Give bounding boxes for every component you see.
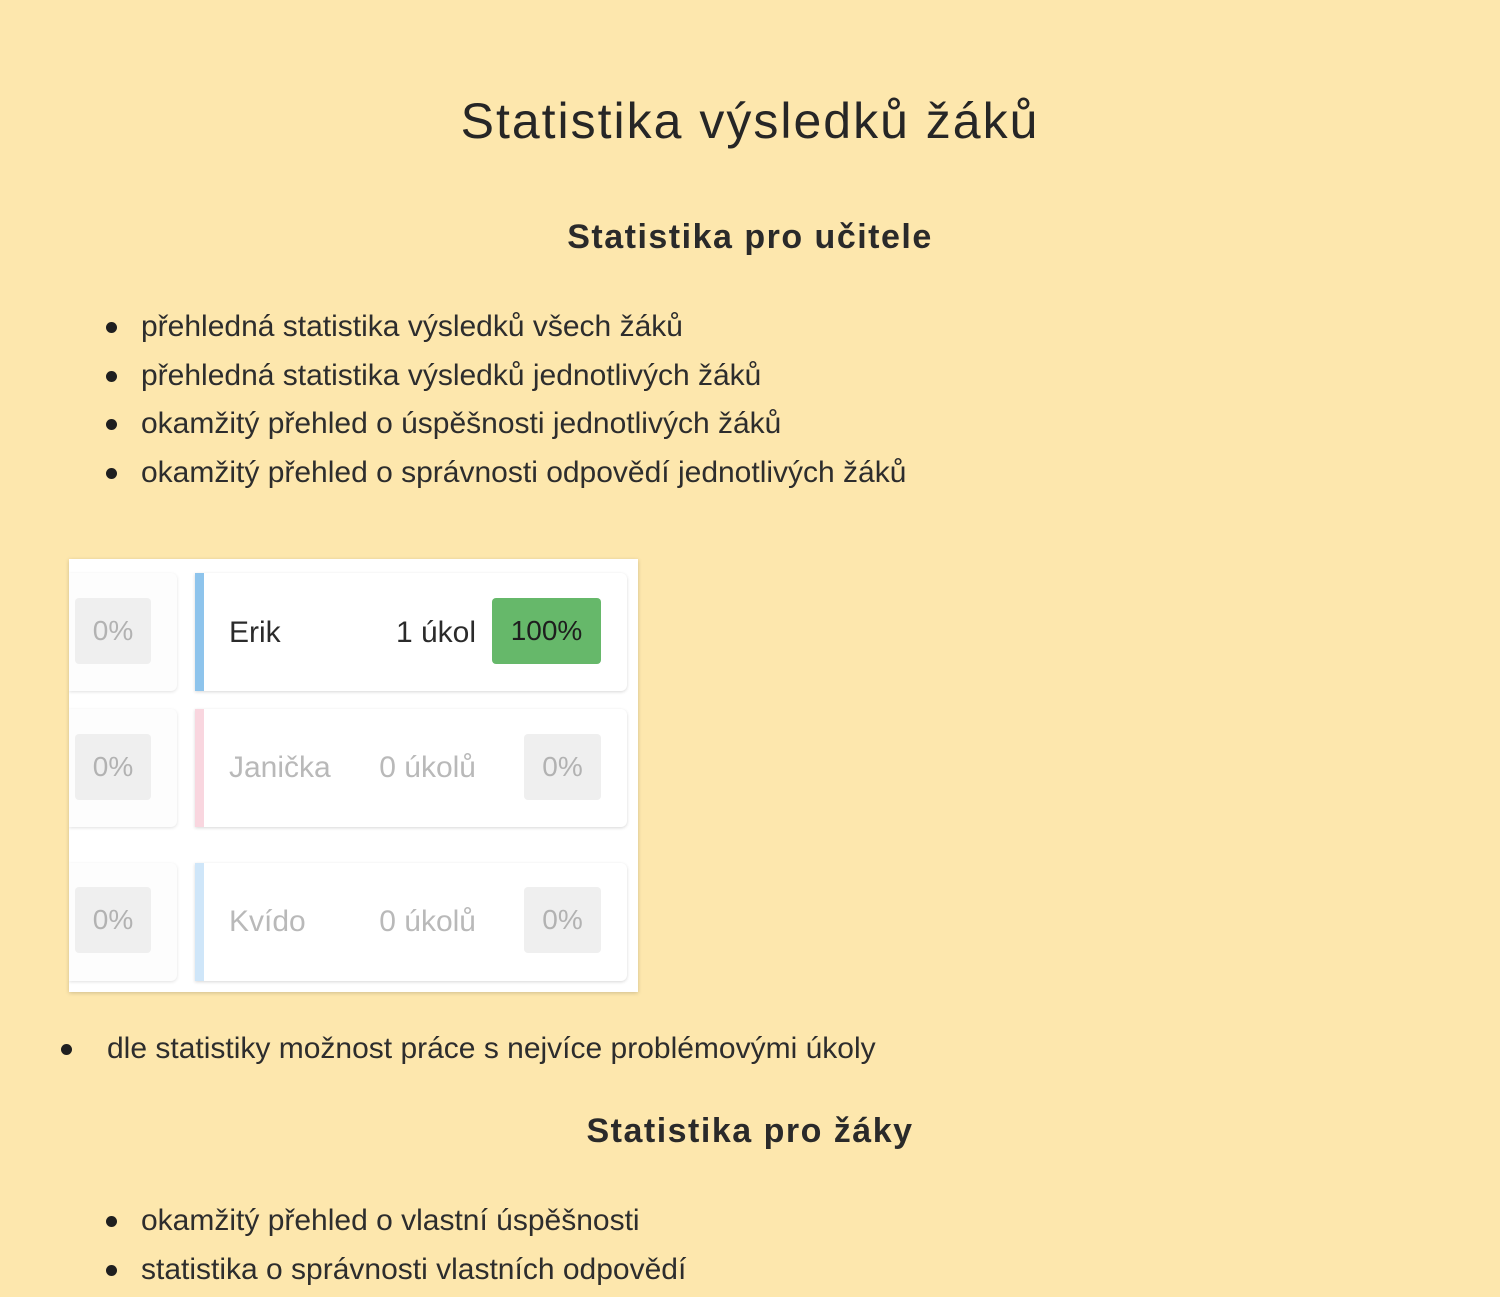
task-count: 0 úkolů [379, 751, 476, 784]
previous-student-card[interactable]: 0% [69, 863, 177, 981]
bullet-icon [106, 370, 117, 382]
list-item: přehledná statistika výsledků jednotlivý… [106, 352, 906, 401]
student-name: Kvído [229, 905, 306, 938]
percent-badge: 0% [75, 734, 151, 800]
teacher-section-heading: Statistika pro učitele [567, 218, 933, 256]
bullet-icon [106, 419, 117, 430]
list-item-text: okamžitý přehled o správnosti odpovědí j… [141, 455, 907, 489]
list-item: okamžitý přehled o vlastní úspěšnosti [106, 1197, 686, 1246]
previous-student-card[interactable]: 0% [69, 709, 177, 827]
student-name: Erik [229, 616, 281, 649]
list-item: přehledná statistika výsledků všech žáků [106, 303, 906, 352]
list-item: statistika o správnosti vlastních odpově… [106, 1246, 687, 1295]
bullet-icon [106, 467, 117, 479]
success-percent-badge: 0% [524, 887, 601, 953]
bullet-icon [106, 1216, 117, 1227]
bullet-icon [106, 1264, 117, 1276]
list-item-text: okamžitý přehled o úspěšnosti jednotlivý… [141, 407, 782, 440]
bullet-icon [106, 322, 117, 333]
student-card-erik[interactable]: Erik 1 úkol 100% [195, 573, 627, 691]
list-item-text: přehledná statistika výsledků jednotlivý… [141, 358, 762, 392]
student-card-janicka[interactable]: Janička 0 úkolů 0% [195, 709, 627, 827]
success-percent-badge: 100% [492, 598, 601, 664]
student-color-stripe [195, 573, 204, 691]
student-color-stripe [195, 863, 204, 981]
bullet-icon [61, 1044, 72, 1055]
previous-student-card[interactable]: 0% [69, 573, 177, 691]
list-item-text: statistika o správnosti vlastních odpově… [141, 1252, 687, 1286]
student-results-widget: 0% 0% 0% Erik 1 úkol 100% Janička 0 úkol… [69, 559, 638, 992]
list-item-text: okamžitý přehled o vlastní úspěšnosti [141, 1204, 640, 1237]
list-item: okamžitý přehled o úspěšnosti jednotlivý… [106, 400, 906, 449]
success-percent-badge: 0% [524, 734, 601, 800]
list-item-text: přehledná statistika výsledků všech žáků [141, 310, 683, 343]
teacher-extra-list: dle statistiky možnost práce s nejvíce p… [61, 1025, 876, 1074]
list-item: okamžitý přehled o správnosti odpovědí j… [106, 449, 907, 498]
percent-badge: 0% [75, 887, 151, 953]
teacher-feature-list: přehledná statistika výsledků všech žáků… [106, 303, 907, 498]
student-card-kvido[interactable]: Kvído 0 úkolů 0% [195, 863, 627, 981]
student-section-heading: Statistika pro žáky [586, 1112, 914, 1150]
page-title: Statistika výsledků žáků [460, 93, 1040, 149]
task-count: 0 úkolů [379, 905, 476, 938]
student-name: Janička [229, 751, 331, 784]
list-item: dle statistiky možnost práce s nejvíce p… [61, 1025, 876, 1074]
student-color-stripe [195, 709, 204, 827]
list-item-text: dle statistiky možnost práce s nejvíce p… [107, 1032, 876, 1065]
student-feature-list: okamžitý přehled o vlastní úspěšnosti st… [106, 1197, 687, 1295]
percent-badge: 0% [75, 598, 151, 664]
task-count: 1 úkol [395, 616, 476, 649]
